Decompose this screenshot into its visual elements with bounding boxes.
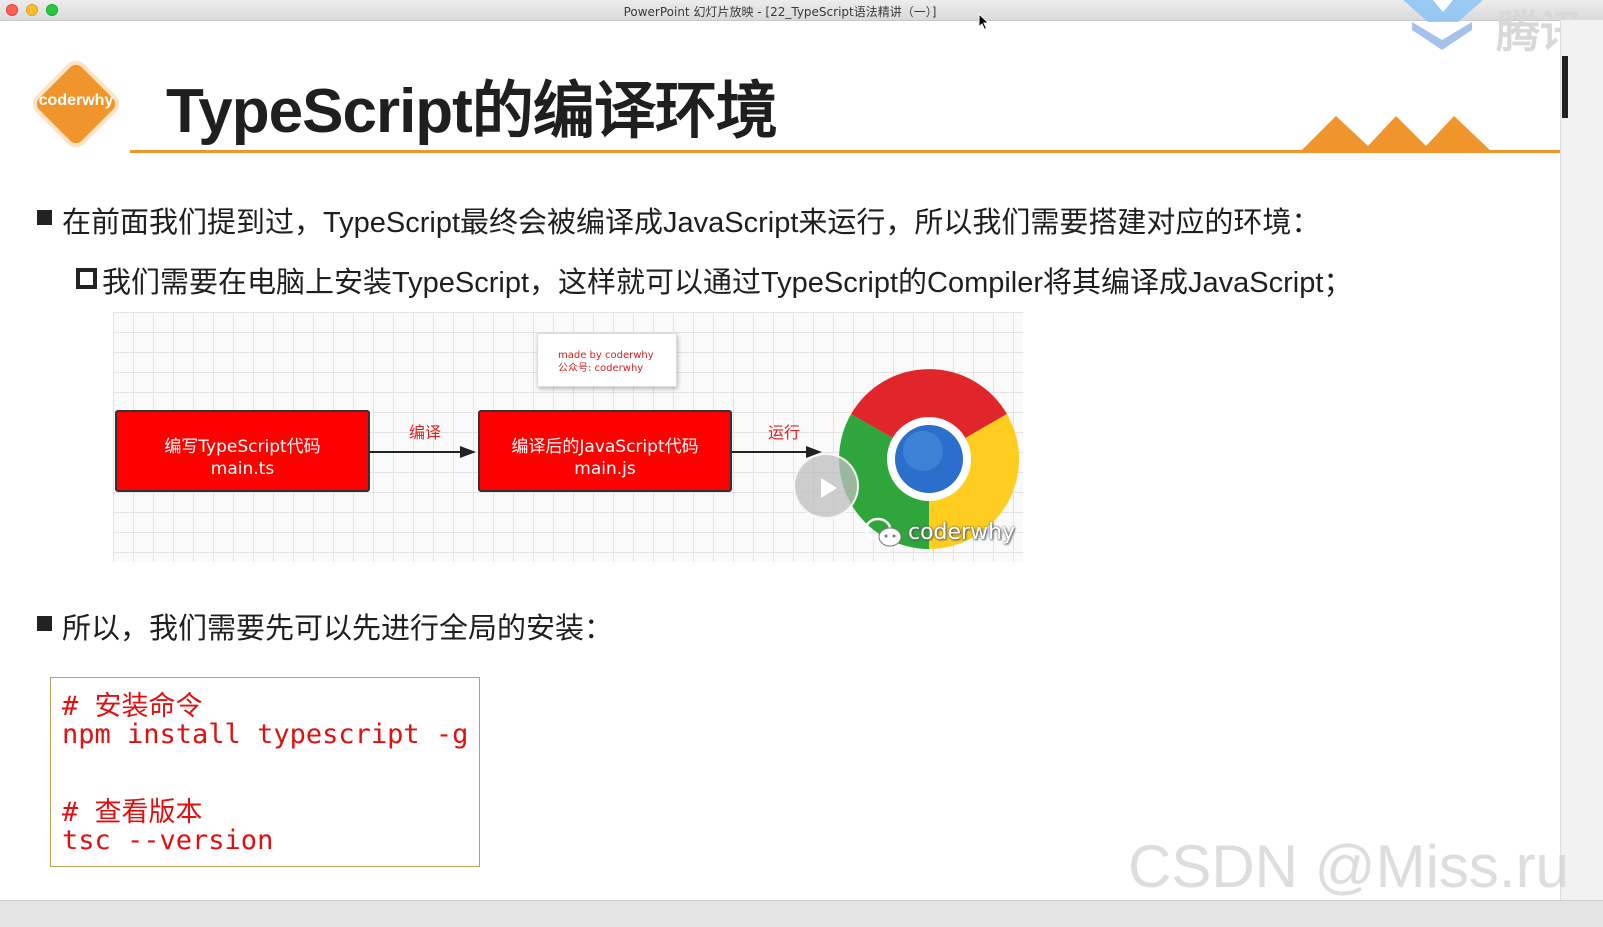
play-button[interactable] <box>793 453 859 519</box>
code-block: # 安装命令 npm install typescript -g # 查看版本 … <box>50 677 480 867</box>
diagram-watermark: coderwhy <box>908 520 1016 545</box>
bottom-bar <box>0 900 1603 927</box>
run-label: 运行 <box>768 423 801 442</box>
code-command-1: npm install typescript -g <box>62 719 469 750</box>
csdn-watermark: CSDN @Miss.ru <box>1128 833 1569 900</box>
bullet-square <box>37 616 52 631</box>
code-command-2: tsc --version <box>62 825 274 856</box>
code-comment-1: # 安装命令 <box>62 691 203 722</box>
play-icon <box>821 478 837 498</box>
wechat-icon <box>864 517 902 547</box>
compile-label: 编译 <box>409 423 442 442</box>
code-comment-2: # 查看版本 <box>62 797 203 828</box>
bullet-text-2: 所以，我们需要先可以先进行全局的安装： <box>62 613 614 645</box>
